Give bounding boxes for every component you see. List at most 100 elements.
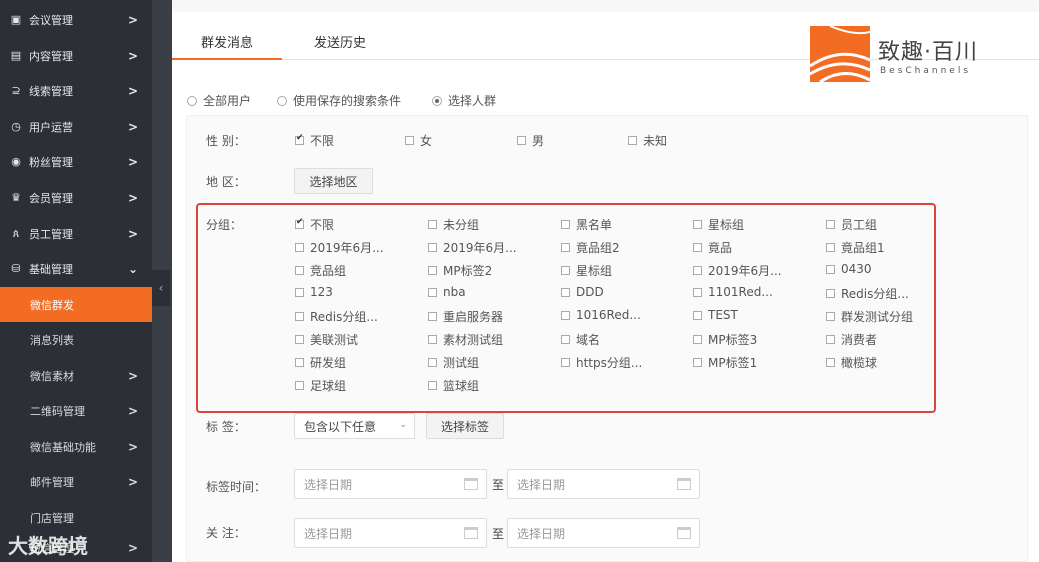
checkbox[interactable] <box>561 310 570 320</box>
gender-option-any[interactable]: 不限 <box>295 132 334 149</box>
checkbox[interactable] <box>826 335 835 344</box>
checkbox[interactable] <box>428 312 437 321</box>
group-option[interactable]: 素材测试组 <box>428 331 503 348</box>
checkbox[interactable] <box>826 220 835 229</box>
checkbox[interactable] <box>693 310 702 320</box>
group-option[interactable]: 2019年6月... <box>428 239 517 256</box>
checkbox[interactable] <box>561 220 570 229</box>
group-option[interactable]: 2019年6月... <box>295 239 384 256</box>
checkbox[interactable] <box>693 358 702 367</box>
checkbox[interactable] <box>428 358 437 367</box>
checkbox[interactable] <box>693 243 702 252</box>
group-option[interactable]: 未分组 <box>428 216 479 233</box>
group-option[interactable]: 员工组 <box>826 216 877 233</box>
group-option[interactable]: MP标签3 <box>693 331 757 348</box>
select-region-button[interactable]: 选择地区 <box>294 168 373 194</box>
tag-match-select[interactable]: 包含以下任意 ⌄ <box>294 413 415 439</box>
sidebar-subitem-3[interactable]: 二维码管理 > <box>0 393 152 428</box>
group-option[interactable]: MP标签2 <box>428 262 492 279</box>
group-option[interactable]: 美联测试 <box>295 331 358 348</box>
sidebar-item-6[interactable]: ጰ 员工管理 > <box>0 216 152 251</box>
group-option[interactable]: DDD <box>561 285 604 299</box>
sidebar-subitem-0[interactable]: 微信群发 <box>0 287 152 322</box>
sidebar-item-4[interactable]: ◉ 粉丝管理 > <box>0 144 152 179</box>
sidebar-item-7[interactable]: ⛁ 基础管理 ⌄ <box>0 251 152 286</box>
group-option[interactable]: 足球组 <box>295 377 346 394</box>
gender-option-female[interactable]: 女 <box>405 132 432 149</box>
group-option[interactable]: 2019年6月... <box>693 262 782 279</box>
checkbox[interactable] <box>693 266 702 275</box>
group-option[interactable]: 星标组 <box>561 262 612 279</box>
checkbox[interactable] <box>295 381 304 390</box>
checkbox[interactable] <box>428 381 437 390</box>
sidebar-subitem-4[interactable]: 微信基础功能 > <box>0 429 152 464</box>
checkbox[interactable] <box>561 335 570 344</box>
tab-mass-message[interactable]: 群发消息 <box>201 32 253 51</box>
sidebar-item-0[interactable]: ▣ 会议管理 > <box>0 2 152 37</box>
group-option[interactable]: nba <box>428 285 466 299</box>
gender-option-male[interactable]: 男 <box>517 132 544 149</box>
select-tag-button[interactable]: 选择标签 <box>426 413 504 439</box>
group-option[interactable]: Redis分组... <box>826 285 909 302</box>
group-option[interactable]: https分组... <box>561 354 642 371</box>
tag-time-start-input[interactable]: 选择日期 <box>294 469 487 499</box>
group-option[interactable]: 竟品 <box>693 239 732 256</box>
group-option[interactable]: 篮球组 <box>428 377 479 394</box>
checkbox[interactable] <box>295 217 304 229</box>
group-option[interactable]: 橄榄球 <box>826 354 877 371</box>
group-option[interactable]: 研发组 <box>295 354 346 371</box>
checkbox[interactable] <box>826 312 835 321</box>
group-option[interactable]: 不限 <box>295 216 334 233</box>
checkbox[interactable] <box>693 335 702 344</box>
checkbox[interactable] <box>826 289 835 298</box>
audience-option-saved-search[interactable]: 使用保存的搜索条件 <box>277 92 401 109</box>
checkbox[interactable] <box>295 335 304 344</box>
sidebar-item-3[interactable]: ◷ 用户运营 > <box>0 109 152 144</box>
radio-button[interactable] <box>277 95 287 106</box>
checkbox[interactable] <box>428 220 437 229</box>
checkbox[interactable] <box>295 266 304 275</box>
group-option[interactable]: 域名 <box>561 331 600 348</box>
checkbox[interactable] <box>428 287 437 297</box>
tag-time-end-input[interactable]: 选择日期 <box>507 469 700 499</box>
group-option[interactable]: 群发测试分组 <box>826 308 913 325</box>
checkbox[interactable] <box>295 133 304 145</box>
group-option[interactable]: 123 <box>295 285 333 299</box>
checkbox[interactable] <box>826 243 835 252</box>
group-option[interactable]: 重启服务器 <box>428 308 503 325</box>
checkbox[interactable] <box>295 312 304 321</box>
follow-end-input[interactable]: 选择日期 <box>507 518 700 548</box>
checkbox[interactable] <box>517 136 526 145</box>
sidebar-subitem-5[interactable]: 邮件管理 > <box>0 464 152 499</box>
group-option[interactable]: MP标签1 <box>693 354 757 371</box>
checkbox[interactable] <box>428 335 437 344</box>
sidebar-item-5[interactable]: ♛ 会员管理 > <box>0 180 152 215</box>
audience-option-select-group[interactable]: 选择人群 <box>432 92 496 109</box>
radio-button[interactable] <box>187 95 197 106</box>
checkbox[interactable] <box>561 243 570 252</box>
group-option[interactable]: 1101Red... <box>693 285 773 299</box>
radio-button[interactable] <box>432 95 442 106</box>
checkbox[interactable] <box>428 266 437 275</box>
checkbox[interactable] <box>561 287 570 297</box>
checkbox[interactable] <box>826 358 835 367</box>
checkbox[interactable] <box>405 136 414 145</box>
group-option[interactable]: 消费者 <box>826 331 877 348</box>
follow-start-input[interactable]: 选择日期 <box>294 518 487 548</box>
sidebar-item-1[interactable]: ▤ 内容管理 > <box>0 38 152 73</box>
checkbox[interactable] <box>428 243 437 252</box>
sidebar-item-2[interactable]: ⊇ 线索管理 > <box>0 73 152 108</box>
audience-option-all[interactable]: 全部用户 <box>187 92 251 109</box>
group-option[interactable]: 星标组 <box>693 216 744 233</box>
sidebar-subitem-1[interactable]: 消息列表 <box>0 322 152 357</box>
tab-send-history[interactable]: 发送历史 <box>314 32 366 51</box>
sidebar-subitem-2[interactable]: 微信素材 > <box>0 358 152 393</box>
group-option[interactable]: TEST <box>693 308 738 322</box>
checkbox[interactable] <box>561 358 570 367</box>
checkbox[interactable] <box>561 266 570 275</box>
checkbox[interactable] <box>295 287 304 297</box>
checkbox[interactable] <box>693 287 702 297</box>
group-option[interactable]: 1016Red... <box>561 308 641 322</box>
group-option[interactable]: 竞品组 <box>295 262 346 279</box>
checkbox[interactable] <box>693 220 702 229</box>
